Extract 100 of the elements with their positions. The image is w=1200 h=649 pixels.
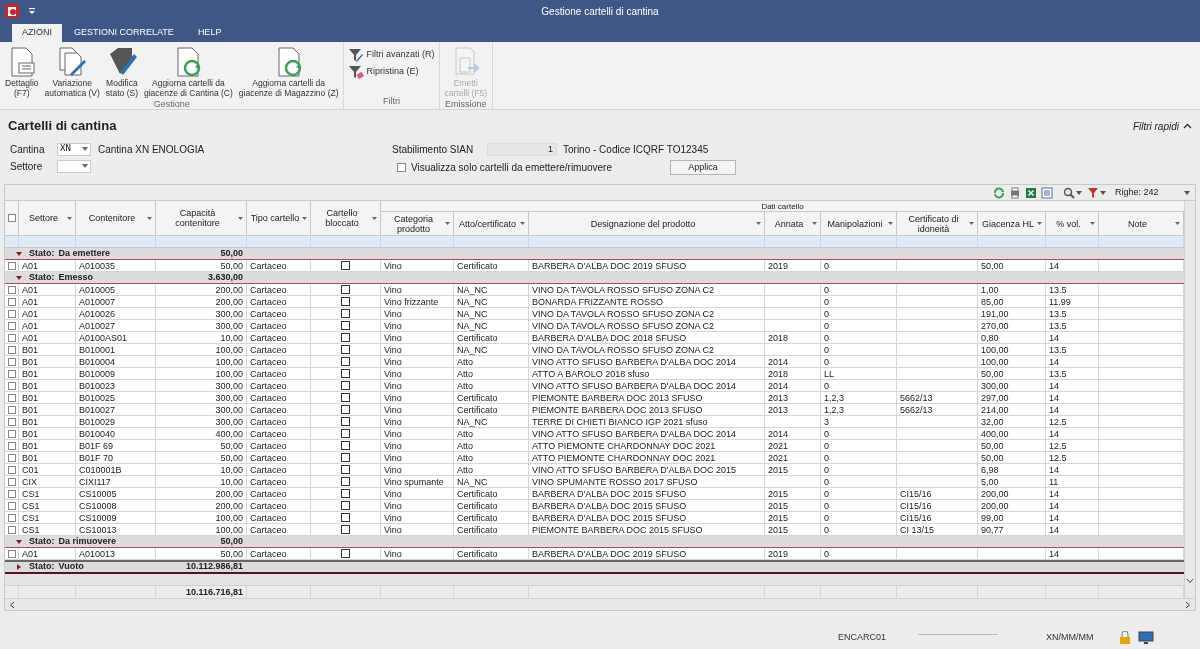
printer-icon[interactable]: [1009, 186, 1021, 199]
scroll-left-icon[interactable]: [9, 600, 15, 609]
checkbox[interactable]: [7, 453, 16, 462]
column-header[interactable]: Contenitore: [76, 201, 156, 235]
checkbox[interactable]: [7, 369, 16, 378]
refresh-icon[interactable]: [993, 186, 1005, 199]
quick-filters-toggle[interactable]: Filtri rapidi: [1132, 118, 1192, 134]
table-cell: B010027: [76, 404, 156, 415]
ribbon-button[interactable]: Variazione automatica (V): [42, 46, 102, 98]
checkbox[interactable]: [7, 501, 16, 510]
checkbox[interactable]: [7, 393, 16, 402]
ribbon-tab[interactable]: HELP: [185, 24, 234, 42]
checkbox[interactable]: [7, 525, 16, 534]
filter-menu-button[interactable]: [1087, 186, 1107, 199]
group-row[interactable]: Stato: Da emettere 50,00: [5, 248, 1184, 260]
column-header[interactable]: Designazione del prodotto: [529, 212, 765, 235]
quick-access-icon[interactable]: [28, 6, 36, 16]
checkbox[interactable]: [7, 357, 16, 366]
column-header[interactable]: Annata: [765, 212, 821, 235]
checkbox[interactable]: [341, 429, 350, 438]
ribbon-tab[interactable]: AZIONI: [12, 24, 62, 42]
expand-caret-icon[interactable]: [15, 563, 23, 571]
checkbox[interactable]: [7, 285, 16, 294]
checkbox[interactable]: [341, 465, 350, 474]
spreadsheet-icon[interactable]: [1025, 186, 1037, 199]
column-header[interactable]: Cartello bloccato: [311, 201, 381, 235]
column-header[interactable]: Categoria prodotto: [381, 212, 454, 235]
checkbox[interactable]: [7, 549, 16, 558]
checkbox[interactable]: [341, 309, 350, 318]
ribbon-button[interactable]: Aggiorna cartelli da giacenze di Magazzino (Z): [236, 46, 341, 98]
ribbon-button[interactable]: Filtri avanzati (R): [348, 48, 435, 62]
column-header[interactable]: Atto/certificato: [454, 212, 529, 235]
checkbox[interactable]: [7, 261, 16, 270]
checkbox[interactable]: [7, 405, 16, 414]
monitor-icon[interactable]: [1138, 631, 1154, 645]
dropdown-field[interactable]: [57, 159, 91, 173]
checkbox[interactable]: [7, 513, 16, 522]
dropdown-field[interactable]: XN: [57, 142, 91, 156]
column-header[interactable]: Giacenza HL: [978, 212, 1046, 235]
checkbox[interactable]: [397, 162, 406, 172]
checkbox[interactable]: [7, 381, 16, 390]
group-row[interactable]: Stato: Da rimuovere 50,00: [5, 536, 1184, 548]
column-header[interactable]: % vol.: [1046, 212, 1099, 235]
checkbox[interactable]: [341, 489, 350, 498]
checkbox[interactable]: [341, 393, 350, 402]
checkbox[interactable]: [341, 357, 350, 366]
rows-count-dropdown[interactable]: Righe: 242: [1115, 185, 1191, 200]
checkbox[interactable]: [341, 549, 350, 558]
ribbon-tab[interactable]: GESTIONI CORRELATE: [62, 24, 186, 42]
collapse-caret-icon[interactable]: [15, 537, 23, 546]
checkbox[interactable]: [341, 513, 350, 522]
column-header[interactable]: Note: [1099, 212, 1184, 235]
column-header[interactable]: Certificato di idoneità: [897, 212, 978, 235]
checkbox[interactable]: [7, 333, 16, 342]
search-menu-button[interactable]: [1063, 186, 1083, 199]
checkbox[interactable]: [341, 333, 350, 342]
checkbox[interactable]: [7, 345, 16, 354]
checkbox[interactable]: [341, 501, 350, 510]
checkbox[interactable]: [341, 477, 350, 486]
checkbox[interactable]: [341, 405, 350, 414]
checkbox[interactable]: [341, 441, 350, 450]
scroll-right-icon[interactable]: [1185, 600, 1191, 609]
checkbox[interactable]: [341, 381, 350, 390]
column-header[interactable]: Capacità contenitore: [156, 201, 247, 235]
collapse-caret-icon[interactable]: [15, 249, 23, 258]
checkbox[interactable]: [7, 417, 16, 426]
checkbox[interactable]: [7, 309, 16, 318]
checkbox[interactable]: [7, 441, 16, 450]
checkbox[interactable]: [7, 321, 16, 330]
checkbox[interactable]: [341, 369, 350, 378]
checkbox[interactable]: [341, 417, 350, 426]
ribbon-button[interactable]: Ripristina (E): [348, 65, 435, 79]
checkbox[interactable]: [341, 261, 350, 270]
checkbox[interactable]: [341, 321, 350, 330]
checkbox[interactable]: [7, 297, 16, 306]
checkbox[interactable]: [341, 453, 350, 462]
window-icon[interactable]: [1041, 186, 1053, 199]
checkbox[interactable]: [7, 214, 16, 222]
checkbox[interactable]: [341, 285, 350, 294]
checkbox[interactable]: [7, 489, 16, 498]
checkbox[interactable]: [341, 525, 350, 534]
input-field[interactable]: 1: [487, 142, 557, 156]
column-header[interactable]: Manipolazioni: [821, 212, 897, 235]
checkbox[interactable]: [7, 429, 16, 438]
group-row[interactable]: Stato: Emesso 3.630,00: [5, 272, 1184, 284]
column-header[interactable]: Tipo cartello: [247, 201, 311, 235]
ribbon-button[interactable]: Aggiorna cartelli da giacenze di Cantina (C): [141, 46, 235, 98]
apply-button[interactable]: Applica: [670, 159, 736, 175]
scroll-down-icon[interactable]: [1186, 578, 1194, 584]
column-header[interactable]: Settore: [19, 201, 76, 235]
checkbox[interactable]: [7, 477, 16, 486]
ribbon-button[interactable]: Modifica stato (S): [103, 46, 140, 98]
horizontal-scrollbar[interactable]: [5, 598, 1195, 610]
checkbox[interactable]: [341, 297, 350, 306]
checkbox[interactable]: [7, 465, 16, 474]
vertical-scrollbar[interactable]: [1184, 201, 1195, 598]
ribbon-button[interactable]: Dettaglio (F7): [3, 46, 41, 98]
checkbox[interactable]: [341, 345, 350, 354]
collapse-caret-icon[interactable]: [15, 273, 23, 282]
dropdown-caret-icon: [371, 214, 378, 222]
